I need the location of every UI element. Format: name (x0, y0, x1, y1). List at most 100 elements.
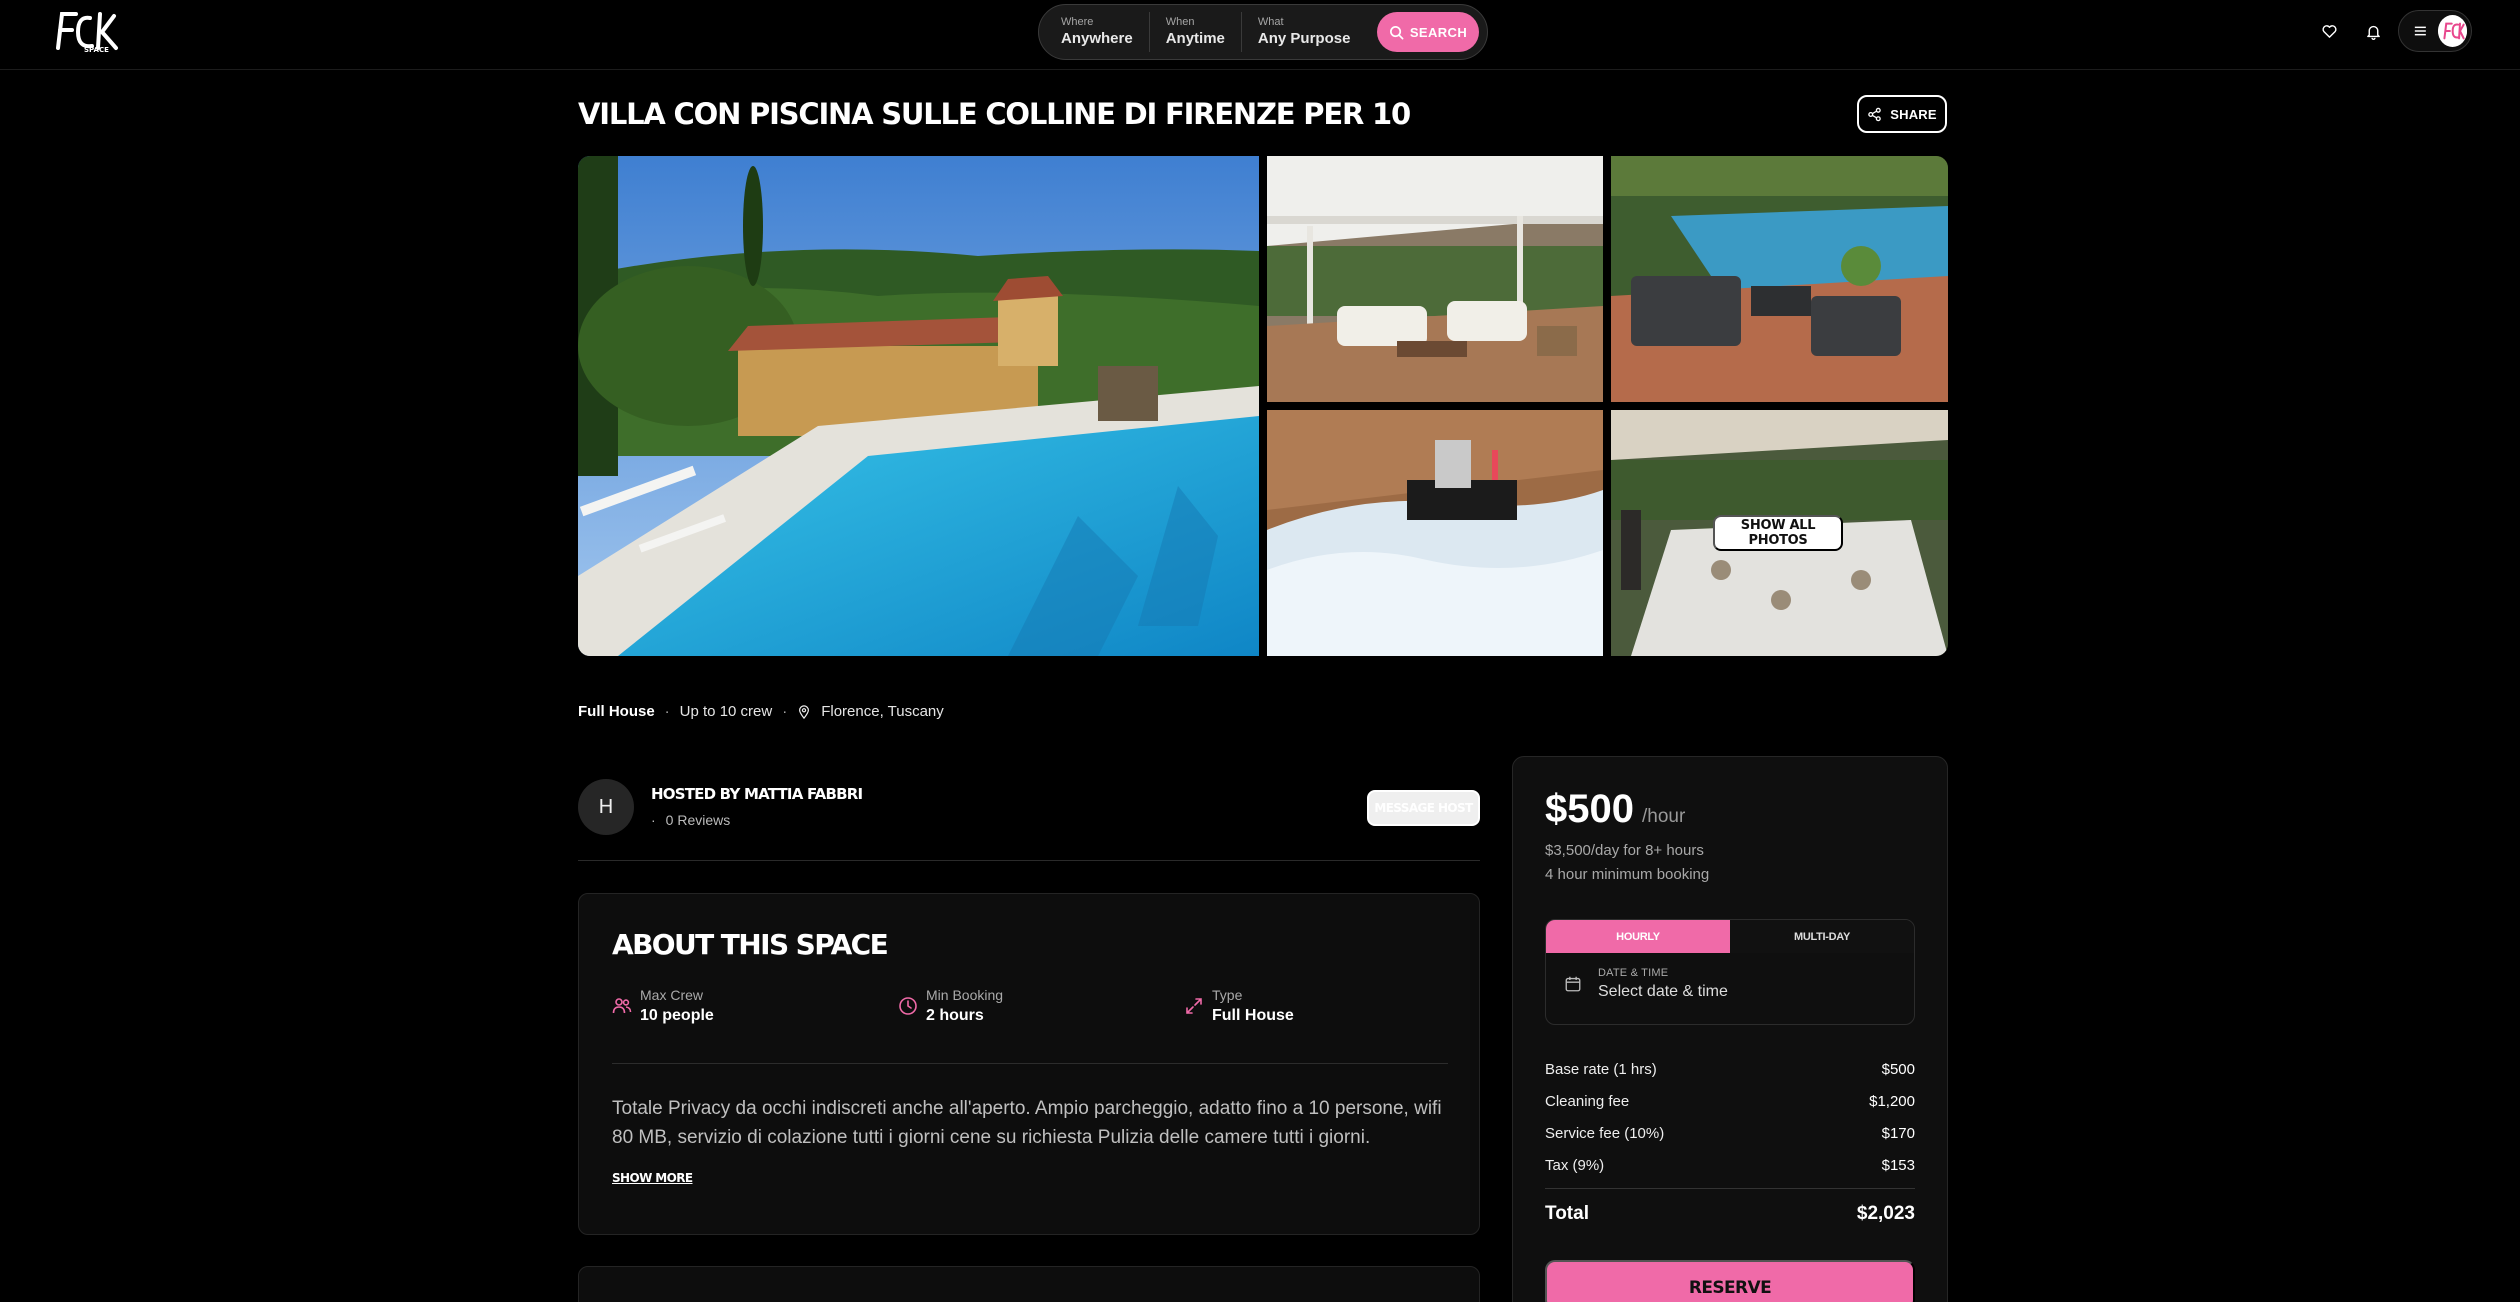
stat-min-booking: Min Booking 2 hours (898, 986, 1003, 1028)
stat-value: 2 hours (926, 1007, 984, 1024)
fee-value: $153 (1881, 1157, 1915, 1174)
show-more-link[interactable]: SHOW MORE (612, 1171, 693, 1185)
stat-value: Full House (1212, 1007, 1294, 1024)
share-icon (1868, 107, 1882, 121)
share-label: SHARE (1890, 106, 1937, 122)
meta-separator: · (664, 703, 670, 720)
notifications-button[interactable] (2362, 20, 2384, 42)
search-when[interactable]: When Anytime (1150, 12, 1242, 52)
minimum-note: 4 hour minimum booking (1545, 866, 1710, 883)
pool-villa-image (578, 156, 1259, 656)
stat-caption: Max Crew (640, 987, 704, 1003)
booking-tabs: HOURLY MULTI-DAY (1546, 920, 1914, 953)
search-what-value: Any Purpose (1257, 30, 1351, 47)
search-where[interactable]: Where Anywhere (1059, 12, 1150, 52)
stat-value: 10 people (640, 1007, 714, 1024)
stat-type: Type Full House (1184, 986, 1294, 1028)
price-amount: $500 (1545, 787, 1634, 831)
fee-row: Base rate (1 hrs) $500 (1545, 1061, 1915, 1078)
search-icon (1389, 25, 1404, 39)
expand-icon (1186, 998, 1202, 1014)
date-time-caption: DATE & TIME (1598, 967, 1669, 979)
meta-crew: Up to 10 crew (679, 703, 773, 720)
meta-location: Florence, Tuscany (821, 703, 944, 720)
top-nav: SPACE Where Anywhere When Anytime What A… (0, 0, 2520, 70)
users-icon (612, 998, 632, 1014)
reviews-count[interactable]: 0 Reviews (666, 812, 731, 828)
reviews-separator: · (651, 812, 656, 828)
share-button[interactable]: SHARE (1857, 95, 1947, 133)
search-button[interactable]: SEARCH (1377, 12, 1479, 52)
calendar-icon (1565, 976, 1581, 992)
photo-gallery (578, 156, 1948, 656)
photo-main[interactable] (578, 156, 1259, 656)
stat-max-crew: Max Crew 10 people (612, 986, 714, 1028)
tab-multi-day[interactable]: MULTI-DAY (1730, 920, 1914, 953)
message-host-button[interactable]: MESSAGE HOST (1367, 790, 1480, 826)
poolside-lounge-image (1611, 156, 1948, 402)
search-button-label: SEARCH (1409, 24, 1468, 40)
location-pin-icon (799, 704, 810, 719)
show-all-photos-button[interactable]: SHOW ALL PHOTOS (1713, 515, 1843, 551)
hot-tub-image (1267, 410, 1603, 656)
total-value: $2,023 (1856, 1203, 1915, 1224)
heart-icon (2321, 24, 2337, 38)
day-rate-note: $3,500/day for 8+ hours (1545, 842, 1704, 859)
favorites-button[interactable] (2318, 20, 2340, 42)
fee-value: $170 (1881, 1125, 1915, 1142)
fee-value: $1,200 (1869, 1093, 1915, 1110)
photo-4[interactable] (1267, 410, 1603, 656)
date-time-value: Select date & time (1598, 983, 1728, 1000)
logo-mark: SPACE (56, 12, 118, 54)
search-where-caption: Where (1061, 16, 1094, 28)
divider (1545, 1188, 1915, 1189)
search-where-value: Anywhere (1061, 30, 1133, 47)
about-description: Totale Privacy da occhi indiscreti anche… (612, 1098, 1442, 1148)
bell-icon (2366, 25, 2380, 40)
photo-2[interactable] (1267, 156, 1603, 402)
meta-separator: · (782, 703, 788, 720)
fee-row: Service fee (10%) $170 (1545, 1125, 1915, 1142)
fee-label: Base rate (1 hrs) (1545, 1061, 1657, 1078)
pergola-lounge-image (1267, 156, 1603, 402)
fee-label: Cleaning fee (1545, 1093, 1630, 1110)
svg-text:SPACE: SPACE (84, 46, 109, 54)
avatar-logo-icon (2437, 16, 2467, 46)
next-section-card (578, 1266, 1480, 1302)
divider (612, 1063, 1448, 1064)
about-card: ABOUT THIS SPACE Max Crew 10 people Min … (578, 893, 1480, 1235)
search-what-caption: What (1257, 16, 1284, 28)
stat-caption: Type (1212, 987, 1243, 1003)
date-time-picker[interactable]: DATE & TIME Select date & time (1546, 953, 1914, 1015)
fee-row: Cleaning fee $1,200 (1545, 1093, 1915, 1110)
host-avatar[interactable]: H (578, 779, 634, 835)
total-row: Total $2,023 (1545, 1203, 1915, 1225)
total-label: Total (1545, 1203, 1589, 1224)
divider (578, 860, 1480, 861)
fee-label: Tax (9%) (1545, 1157, 1605, 1174)
fee-value: $500 (1881, 1061, 1915, 1078)
booking-panel: $500 /hour $3,500/day for 8+ hours 4 hou… (1512, 756, 1948, 1302)
fee-label: Service fee (10%) (1545, 1125, 1665, 1142)
listing-meta: Full House · Up to 10 crew · Florence, T… (578, 703, 944, 720)
host-reviews: · 0 Reviews (651, 812, 730, 828)
search-bar[interactable]: Where Anywhere When Anytime What Any Pur… (1038, 4, 1488, 60)
avatar (2437, 15, 2467, 47)
clock-icon (899, 997, 917, 1015)
about-heading: ABOUT THIS SPACE (612, 928, 889, 961)
price-unit: /hour (1641, 806, 1686, 827)
page-title: VILLA CON PISCINA SULLE COLLINE DI FIREN… (578, 97, 1411, 131)
stat-caption: Min Booking (926, 987, 1004, 1003)
tab-hourly[interactable]: HOURLY (1546, 920, 1730, 953)
host-name: HOSTED BY MATTIA FABBRI (651, 785, 863, 803)
search-when-value: Anytime (1165, 30, 1225, 47)
price: $500 /hour (1545, 787, 1685, 832)
reserve-button[interactable]: RESERVE (1545, 1260, 1915, 1302)
photo-3[interactable] (1611, 156, 1948, 402)
logo[interactable]: SPACE (52, 8, 122, 54)
search-when-caption: When (1165, 16, 1195, 28)
fee-row: Tax (9%) $153 (1545, 1157, 1915, 1174)
menu-icon (2414, 26, 2426, 36)
user-menu-button[interactable] (2398, 10, 2472, 52)
search-what[interactable]: What Any Purpose (1242, 12, 1367, 52)
